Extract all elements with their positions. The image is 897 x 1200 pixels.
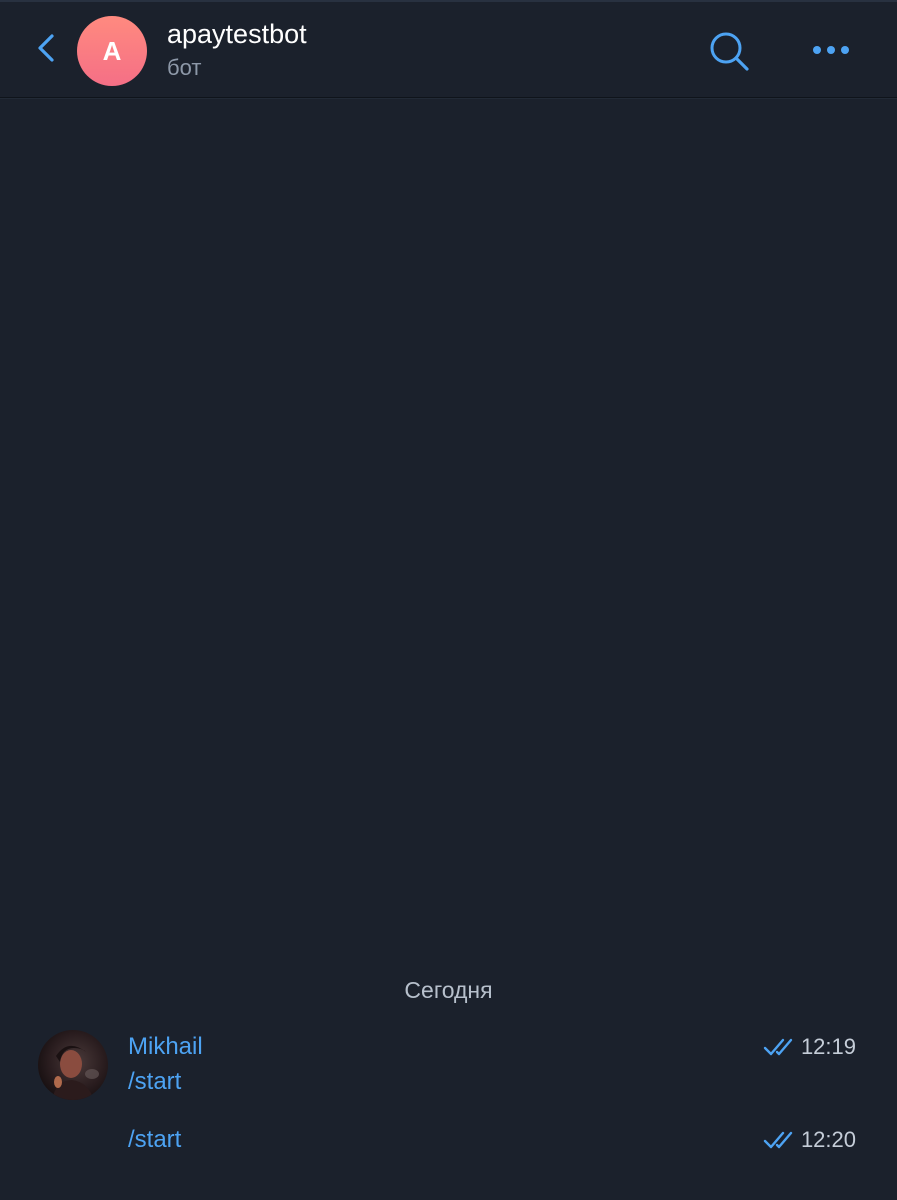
bot-avatar[interactable]: A [77,16,147,86]
sender-avatar[interactable] [38,1030,108,1100]
message-time: 12:19 [800,1034,856,1059]
message-meta: 12:19 [763,1031,856,1063]
message-sender[interactable]: Mikhail [128,1031,203,1063]
search-button[interactable] [705,28,753,76]
chat-screen: A apaytestbot бот Сегодня Mikhail /start… [0,0,897,1200]
double-check-icon [763,1038,793,1056]
chevron-left-icon [38,34,54,62]
message-text[interactable]: /start [128,1066,181,1098]
message-meta: 12:20 [763,1124,856,1156]
chat-header: A apaytestbot бот [0,0,897,98]
message-text[interactable]: /start [128,1124,181,1156]
more-button[interactable] [808,34,854,66]
user-photo-icon [38,1030,108,1100]
chat-subtitle: бот [167,55,202,80]
back-button[interactable] [30,30,62,66]
double-check-icon [763,1131,793,1149]
chat-title[interactable]: apaytestbot [167,18,307,50]
top-divider [0,0,897,2]
message-time: 12:20 [800,1127,856,1152]
search-icon [710,32,749,71]
date-separator: Сегодня [404,977,493,1003]
more-dots-icon [813,46,849,54]
